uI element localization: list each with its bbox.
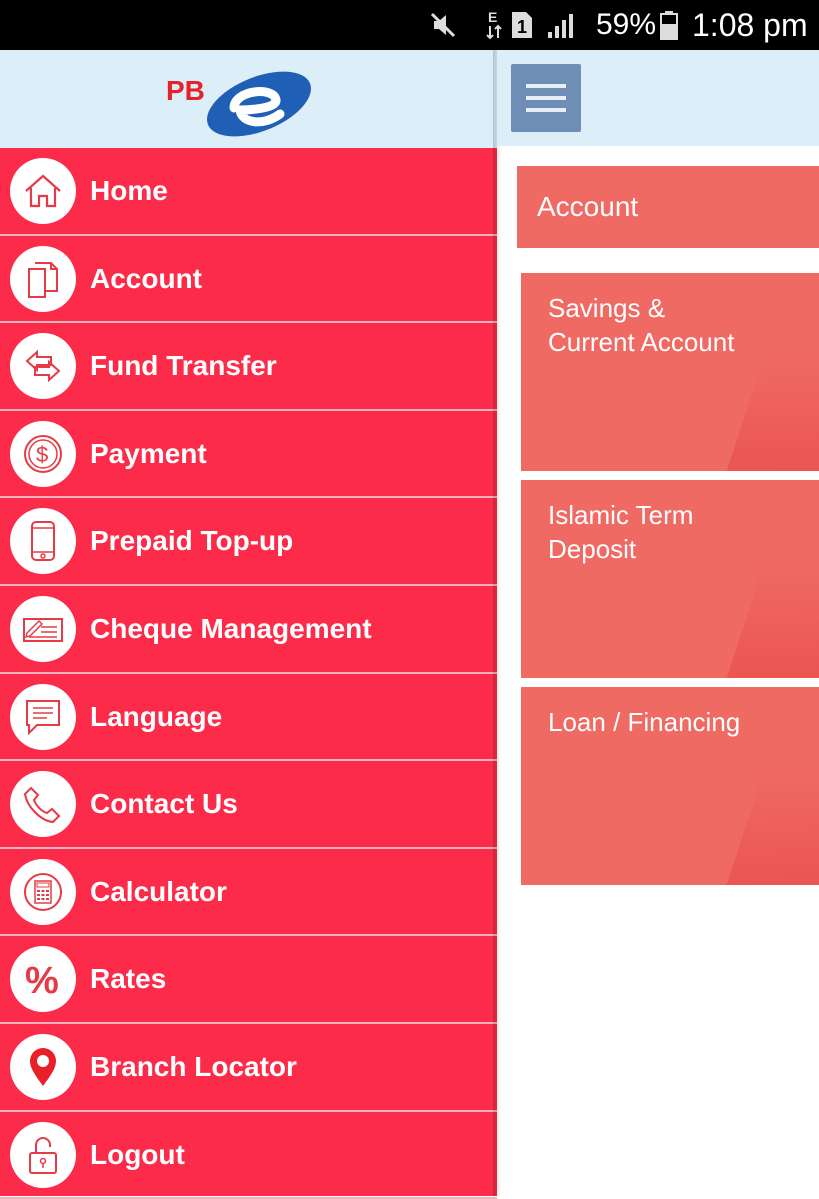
battery-icon bbox=[660, 0, 682, 50]
location-pin-icon bbox=[10, 1033, 76, 1100]
menu-label: Logout bbox=[90, 1138, 185, 1170]
transfer-arrows-icon bbox=[10, 333, 76, 400]
menu-item-home[interactable]: Home bbox=[0, 148, 497, 236]
svg-text:%: % bbox=[25, 960, 59, 1001]
hamburger-menu-icon[interactable] bbox=[511, 64, 581, 132]
menu-item-rates[interactable]: % Rates bbox=[0, 936, 497, 1024]
menu-item-calculator[interactable]: Calculator bbox=[0, 849, 497, 937]
menu-item-cheque-management[interactable]: Cheque Management bbox=[0, 586, 497, 674]
menu-label: Home bbox=[90, 175, 168, 206]
card-islamic-term-deposit[interactable]: Islamic Term Deposit bbox=[521, 480, 819, 678]
menu-label: Calculator bbox=[90, 875, 227, 907]
svg-text:1: 1 bbox=[517, 17, 527, 37]
drawer-header: PB bbox=[0, 50, 497, 148]
calculator-icon bbox=[10, 858, 76, 925]
card-label: Loan / Financing bbox=[548, 707, 741, 737]
cheque-icon bbox=[10, 595, 76, 662]
svg-text:PB: PB bbox=[166, 75, 205, 106]
data-e-icon: E bbox=[484, 0, 506, 50]
unlock-icon bbox=[10, 1121, 76, 1188]
dollar-coin-icon: $ bbox=[10, 420, 76, 487]
menu-label: Cheque Management bbox=[90, 612, 372, 644]
battery-percent: 59% bbox=[596, 8, 657, 41]
menu-item-contact-us[interactable]: Contact Us bbox=[0, 761, 497, 849]
card-label: Savings & Current Account bbox=[548, 293, 735, 357]
menu-label: Prepaid Top-up bbox=[90, 525, 294, 557]
menu-label: Language bbox=[90, 700, 223, 732]
menu-label: Account bbox=[90, 262, 202, 294]
menu-label: Fund Transfer bbox=[90, 350, 277, 382]
phone-icon bbox=[10, 771, 76, 838]
percent-icon: % bbox=[10, 946, 76, 1013]
card-label: Islamic Term Deposit bbox=[548, 500, 694, 564]
menu-label: Contact Us bbox=[90, 788, 238, 820]
section-header: Account bbox=[517, 166, 819, 248]
navigation-drawer: PB Home Account Fund Transfer $ Payment … bbox=[0, 50, 497, 1199]
menu-item-account[interactable]: Account bbox=[0, 236, 497, 324]
mute-icon bbox=[428, 0, 460, 50]
card-loan-financing[interactable]: Loan / Financing bbox=[521, 687, 819, 885]
menu-item-prepaid-top-up[interactable]: Prepaid Top-up bbox=[0, 498, 497, 586]
menu-label: Payment bbox=[90, 437, 207, 469]
menu-label: Rates bbox=[90, 963, 167, 995]
app-header bbox=[497, 50, 819, 146]
documents-icon bbox=[10, 245, 76, 312]
svg-text:$: $ bbox=[36, 442, 48, 467]
pbe-logo: PB bbox=[166, 71, 311, 137]
menu-item-branch-locator[interactable]: Branch Locator bbox=[0, 1024, 497, 1112]
home-icon bbox=[10, 158, 76, 224]
section-title: Account bbox=[537, 191, 639, 222]
drawer-shadow bbox=[493, 50, 501, 1196]
mobile-phone-icon bbox=[10, 508, 76, 575]
speech-bubble-icon bbox=[10, 683, 76, 750]
sim-1-icon: 1 bbox=[510, 0, 536, 50]
menu-item-payment[interactable]: $ Payment bbox=[0, 411, 497, 499]
drawer-menu: Home Account Fund Transfer $ Payment Pre… bbox=[0, 148, 497, 1199]
menu-item-logout[interactable]: Logout bbox=[0, 1112, 497, 1199]
card-savings-current-account[interactable]: Savings & Current Account bbox=[521, 273, 819, 471]
menu-item-fund-transfer[interactable]: Fund Transfer bbox=[0, 323, 497, 411]
clock: 1:08 pm bbox=[692, 6, 808, 43]
menu-label: Branch Locator bbox=[90, 1050, 297, 1082]
status-bar: E 1 59% 1:08 pm bbox=[0, 0, 819, 50]
svg-text:E: E bbox=[488, 9, 497, 25]
menu-item-language[interactable]: Language bbox=[0, 674, 497, 762]
signal-icon bbox=[546, 0, 578, 50]
